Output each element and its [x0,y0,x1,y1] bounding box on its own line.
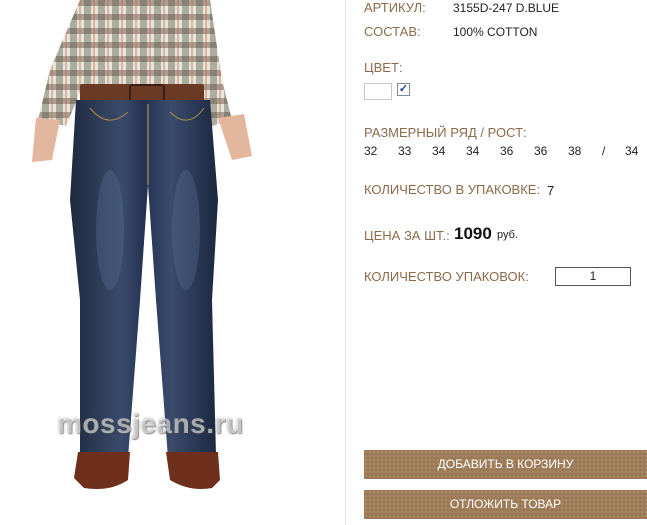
size-item: 32 [364,144,378,158]
price-currency: руб. [497,229,518,241]
size-item: 34 [625,144,639,158]
size-item: 33 [398,144,412,158]
postpone-button[interactable]: ОТЛОЖИТЬ ТОВАР [364,490,647,519]
size-item: 34 [432,144,446,158]
jeans-model-image [32,0,252,489]
price-value: 1090 [454,224,492,243]
left-shoe [74,452,130,489]
belt [80,84,204,102]
size-item: 38 [568,144,582,158]
product-photo: mossjeans.ru [0,0,346,525]
size-item: 36 [534,144,548,158]
composition-label: СОСТАВ: [364,24,421,39]
packs-label: КОЛИЧЕСТВО УПАКОВОК: [364,269,529,284]
sizes-label: РАЗМЕРНЫЙ РЯД / РОСТ: [364,125,527,140]
price-label: ЦЕНА ЗА ШТ.: [364,228,450,243]
add-to-cart-button[interactable]: ДОБАВИТЬ В КОРЗИНУ [364,450,647,479]
color-swatch[interactable] [364,83,392,100]
pack-qty-value: 7 [547,183,555,198]
size-item: 36 [500,144,514,158]
size-separator: / [602,144,606,158]
pack-qty-label: КОЛИЧЕСТВО В УПАКОВКЕ: [364,182,541,197]
article-label: АРТИКУЛ: [364,0,426,15]
watermark-text: mossjeans.ru [57,408,244,439]
size-item: 34 [466,144,480,158]
color-label: ЦВЕТ: [364,60,403,75]
packs-quantity-input[interactable]: 1 [555,267,631,286]
article-value: 3155D-247 D.BLUE [453,1,560,15]
right-shoe [166,452,220,489]
color-checkbox[interactable]: ✓ [397,83,410,96]
sizes-row: 32 33 34 34 36 36 38 / 34 [364,144,647,160]
composition-value: 100% COTTON [453,25,538,39]
